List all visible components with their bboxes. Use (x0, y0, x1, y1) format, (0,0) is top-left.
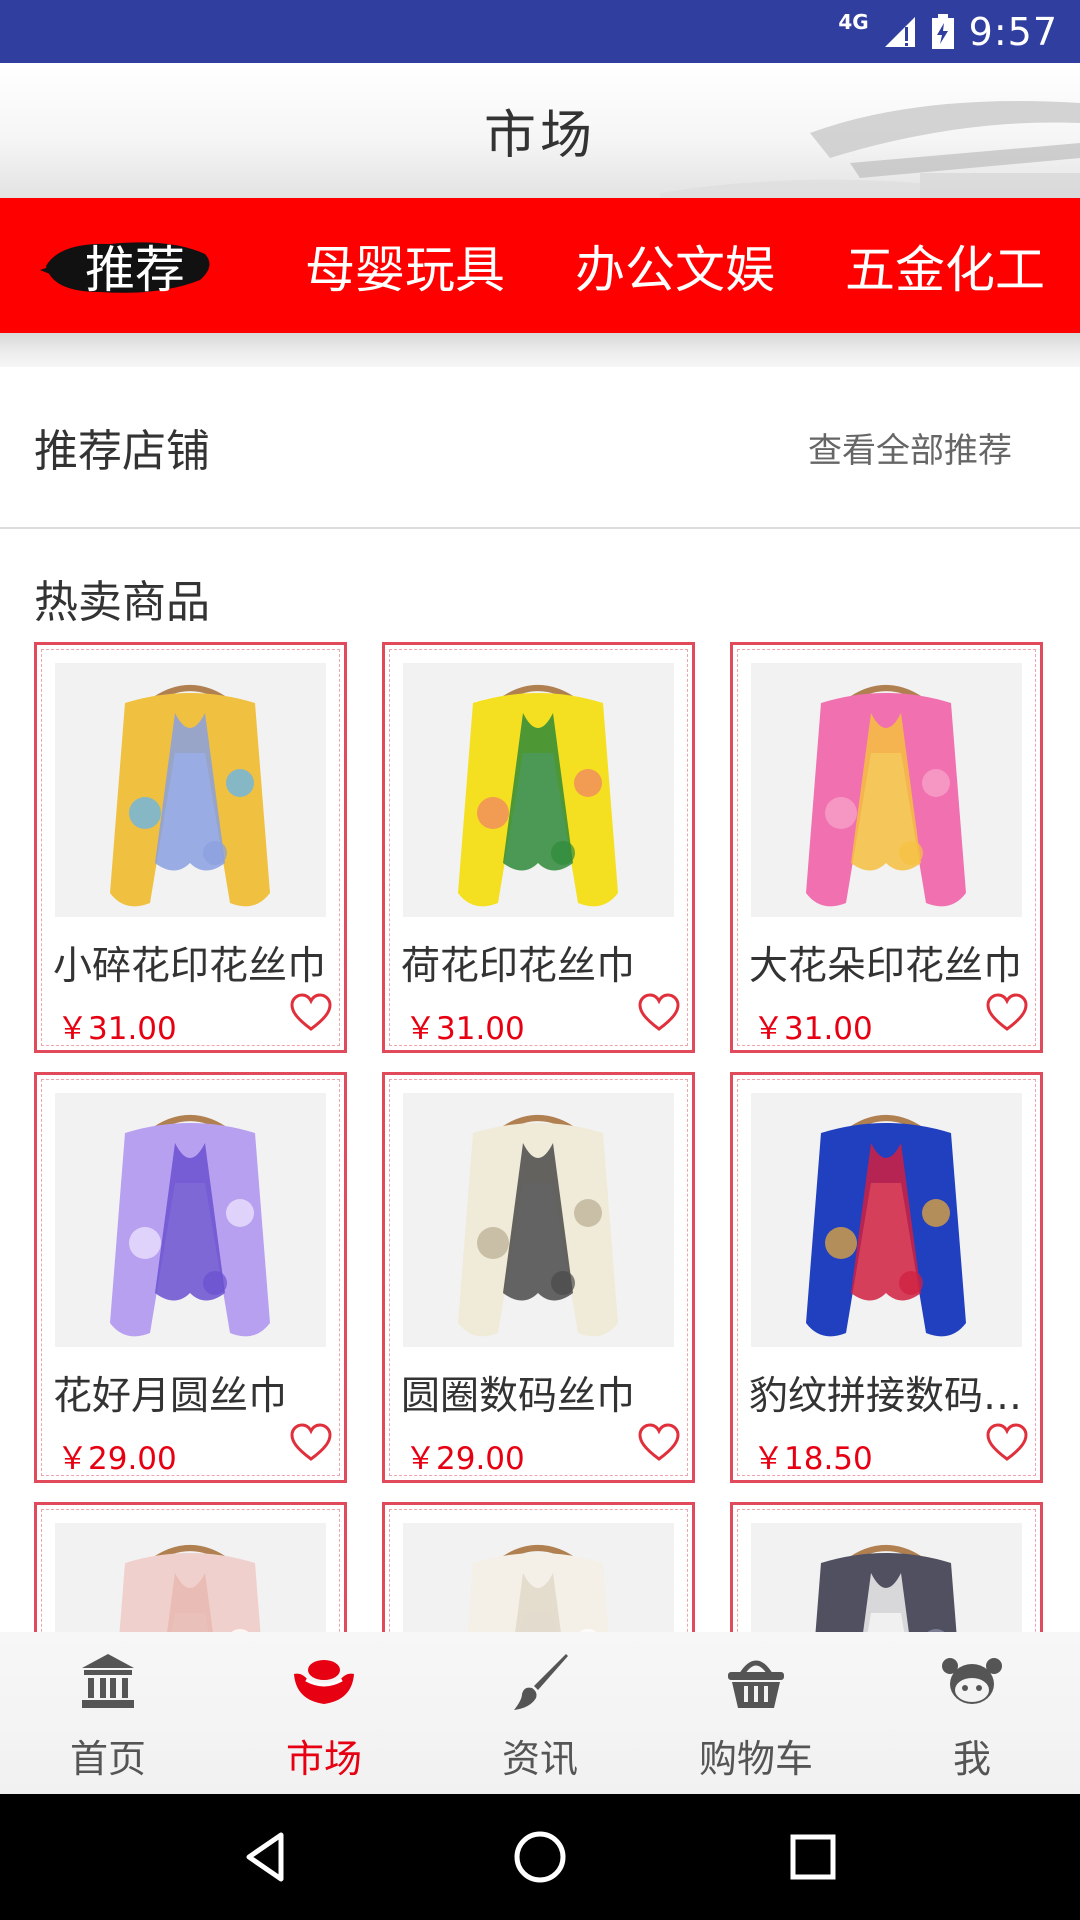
product-price: ￥29.00 (405, 1441, 525, 1477)
battery-icon (931, 13, 954, 49)
nav-news[interactable]: 资讯 (432, 1632, 648, 1794)
product-name: 花好月圆丝巾 (53, 1374, 288, 1419)
category-tabs: 推荐 母婴玩具 办公文娱 五金化工 (0, 198, 1080, 333)
product-grid: 小碎花印花丝巾 ￥31.00 荷花印花丝巾 ￥31.00 大花朵印花丝巾 ￥31.00 花好… (34, 642, 1046, 1632)
nav-label: 首页 (69, 1737, 146, 1781)
product-price: ￥29.00 (57, 1441, 177, 1477)
nav-label: 资讯 (501, 1737, 578, 1781)
product-name: 圆圈数码丝巾 (401, 1374, 636, 1419)
pavilion-decoration (660, 101, 1080, 198)
product-card[interactable] (382, 1502, 695, 1632)
tab-label: 办公文娱 (575, 240, 775, 299)
product-image (751, 663, 1022, 917)
app-header: 市场 (0, 63, 1080, 198)
nav-label: 购物车 (698, 1737, 813, 1781)
product-card[interactable]: 圆圈数码丝巾 ￥29.00 (382, 1072, 695, 1483)
basket-icon (728, 1660, 784, 1708)
product-image (403, 1523, 674, 1632)
favorite-heart-icon[interactable] (638, 993, 680, 1033)
nav-cart[interactable]: 购物车 (648, 1632, 864, 1794)
nav-market[interactable]: 市场 (216, 1632, 432, 1794)
favorite-heart-icon[interactable] (986, 1423, 1028, 1463)
product-card[interactable] (34, 1502, 347, 1632)
product-name: 小碎花印花丝巾 (53, 944, 327, 989)
nav-label: 我 (952, 1737, 991, 1781)
system-nav-bar (0, 1794, 1080, 1920)
network-type: 4G (838, 9, 869, 34)
favorite-heart-icon[interactable] (290, 1423, 332, 1463)
tab-hardware-chemical[interactable]: 五金化工 (810, 198, 1080, 333)
signal-icon (884, 16, 915, 47)
product-name: 大花朵印花丝巾 (749, 944, 1023, 989)
product-card[interactable] (730, 1502, 1043, 1632)
product-price: ￥18.50 (753, 1441, 873, 1477)
product-card[interactable]: 小碎花印花丝巾 ￥31.00 (34, 642, 347, 1053)
tab-baby-toys[interactable]: 母婴玩具 (270, 198, 540, 333)
product-card[interactable]: 大花朵印花丝巾 ￥31.00 (730, 642, 1043, 1053)
bottom-nav: 首页 市场 资讯 购物车 我 (0, 1632, 1080, 1794)
favorite-heart-icon[interactable] (638, 1423, 680, 1463)
product-name: 荷花印花丝巾 (401, 944, 636, 989)
gold-ingot-icon (294, 1660, 354, 1704)
tab-office-stationery[interactable]: 办公文娱 (540, 198, 810, 333)
hot-products-title: 热卖商品 (34, 577, 210, 628)
tab-label: 母婴玩具 (305, 240, 505, 299)
view-all-link[interactable]: 查看全部推荐 (808, 423, 1012, 472)
product-image (55, 1093, 326, 1347)
tab-label: 五金化工 (845, 240, 1045, 299)
product-image (751, 1093, 1022, 1347)
status-bar: 4G 9:57 (0, 0, 1080, 63)
nav-label: 市场 (285, 1737, 362, 1781)
product-image (751, 1523, 1022, 1632)
product-price: ￥31.00 (57, 1011, 177, 1047)
section-title: 推荐店铺 (34, 426, 210, 477)
tab-recommend[interactable]: 推荐 (0, 198, 270, 333)
product-card[interactable]: 花好月圆丝巾 ￥29.00 (34, 1072, 347, 1483)
favorite-heart-icon[interactable] (986, 993, 1028, 1033)
recents-icon[interactable] (783, 1827, 843, 1887)
favorite-heart-icon[interactable] (290, 993, 332, 1033)
clock: 9:57 (968, 9, 1058, 54)
nav-profile[interactable]: 我 (864, 1632, 1080, 1794)
product-name: 豹纹拼接数码丝巾 (749, 1374, 1029, 1419)
product-image (403, 1093, 674, 1347)
nav-home[interactable]: 首页 (0, 1632, 216, 1794)
tab-label: 推荐 (85, 240, 185, 299)
page-title: 市场 (483, 106, 596, 166)
tabs-shadow (0, 333, 1080, 367)
product-image (55, 1523, 326, 1632)
brush-icon (514, 1654, 568, 1710)
product-image (55, 663, 326, 917)
product-image (403, 663, 674, 917)
back-icon[interactable] (237, 1827, 297, 1887)
recommended-shops-section: 推荐店铺 查看全部推荐 (0, 367, 1080, 529)
product-price: ￥31.00 (405, 1011, 525, 1047)
bank-icon (82, 1654, 134, 1708)
kid-face-icon (942, 1658, 1002, 1704)
product-card[interactable]: 豹纹拼接数码丝巾 ￥18.50 (730, 1072, 1043, 1483)
product-price: ￥31.00 (753, 1011, 873, 1047)
product-card[interactable]: 荷花印花丝巾 ￥31.00 (382, 642, 695, 1053)
home-circle-icon[interactable] (510, 1827, 570, 1887)
